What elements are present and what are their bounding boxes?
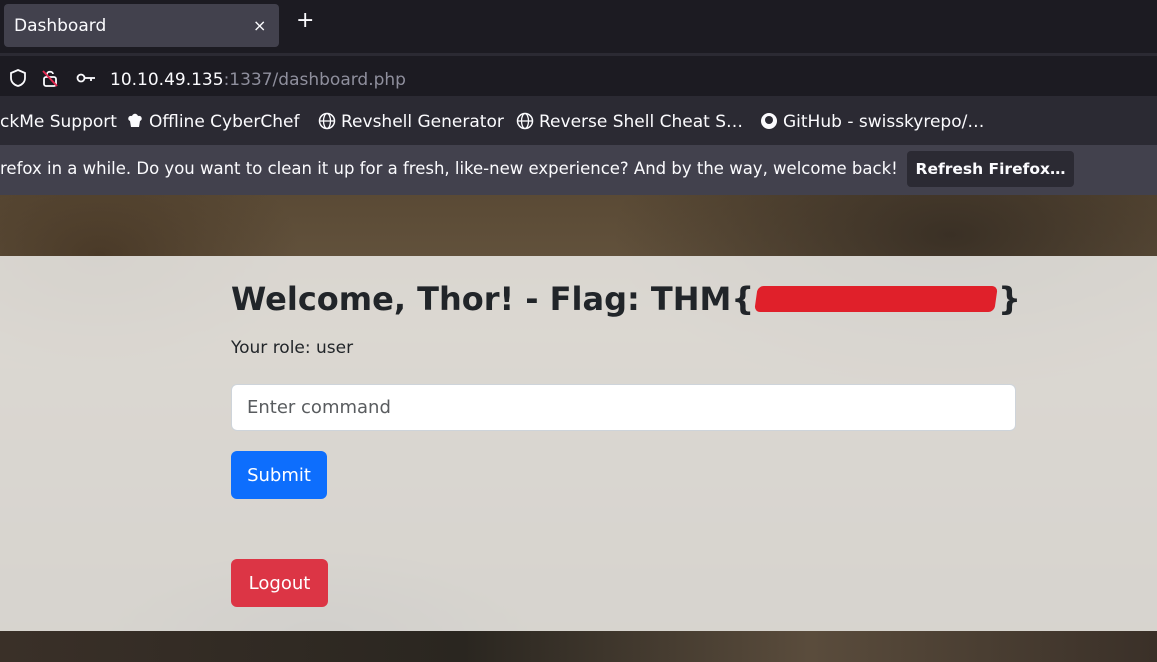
welcome-heading: Welcome, Thor! - Flag: THM{} [231, 280, 1021, 318]
url-path: :1337/dashboard.php [223, 70, 406, 90]
new-tab-button[interactable]: + [296, 10, 314, 32]
bookmark-label: Reverse Shell Cheat S… [539, 112, 743, 132]
bookmark-offline-cyberchef[interactable]: Offline CyberChef [126, 112, 299, 132]
notification-text: refox in a while. Do you want to clean i… [0, 159, 898, 178]
bookmark-revshell-generator[interactable]: Revshell Generator [318, 112, 504, 132]
shield-icon[interactable] [8, 68, 28, 88]
dashboard-panel: Welcome, Thor! - Flag: THM{} Your role: … [0, 256, 1157, 631]
tab-strip: Dashboard × + [0, 0, 1157, 53]
chef-hat-icon [128, 113, 142, 127]
close-tab-icon[interactable]: × [253, 16, 266, 35]
redacted-flag [754, 286, 998, 312]
navigation-bar: 10.10.49.135:1337/dashboard.php [0, 53, 1157, 100]
role-text: Your role: user [231, 338, 354, 358]
logout-button[interactable]: Logout [231, 559, 328, 607]
url-bar[interactable]: 10.10.49.135:1337/dashboard.php [0, 56, 1157, 96]
background-image [0, 631, 1157, 662]
flag-close-brace: } [998, 280, 1021, 318]
url-text[interactable]: 10.10.49.135:1337/dashboard.php [110, 70, 406, 90]
welcome-text: Welcome, Thor! - Flag: THM{ [231, 280, 755, 318]
command-input[interactable] [231, 384, 1016, 431]
bookmark-github-swisskyrepo[interactable]: GitHub - swisskyrepo/… [760, 112, 984, 132]
tab-title: Dashboard [14, 16, 107, 36]
refresh-firefox-button[interactable]: Refresh Firefox… [907, 151, 1074, 187]
bookmark-label: Offline CyberChef [149, 112, 300, 132]
page-content: Welcome, Thor! - Flag: THM{} Your role: … [0, 195, 1157, 662]
bookmark-label: GitHub - swisskyrepo/… [783, 112, 985, 132]
url-host: 10.10.49.135 [110, 70, 224, 90]
bookmark-label: Revshell Generator [341, 112, 504, 132]
globe-icon [318, 112, 336, 130]
key-icon[interactable] [76, 68, 96, 88]
github-icon [761, 113, 777, 129]
submit-button[interactable]: Submit [231, 451, 327, 499]
bookmarks-toolbar: ckMe Support Offline CyberChef Revshell … [0, 100, 1157, 145]
bookmark-hackme-support[interactable]: ckMe Support [0, 112, 117, 132]
tab-dashboard[interactable]: Dashboard × [4, 4, 279, 47]
insecure-lock-icon[interactable] [40, 68, 60, 88]
bookmark-reverse-shell-cheat[interactable]: Reverse Shell Cheat S… [516, 112, 743, 132]
notification-bar: refox in a while. Do you want to clean i… [0, 145, 1157, 195]
globe-icon [516, 112, 534, 130]
